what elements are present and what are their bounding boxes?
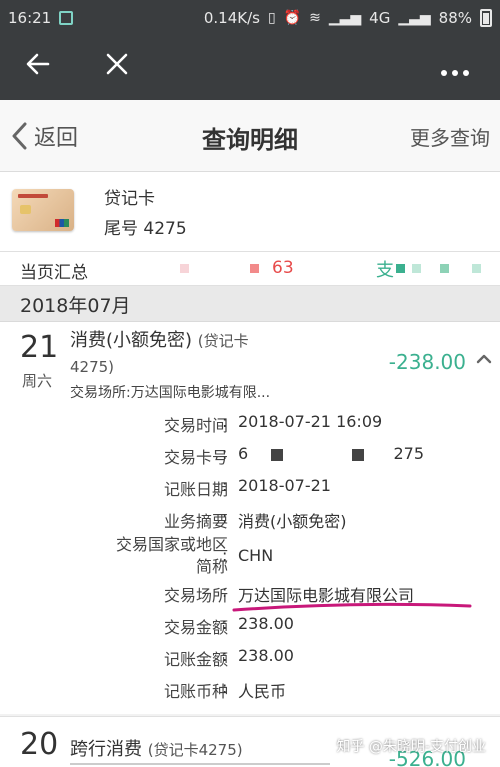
transaction-title: 消费(小额免密) (贷记卡 4275) [70,328,290,380]
nav-bar: 返回 查询明细 更多查询 [0,100,500,172]
battery-percent: 88% [438,9,472,27]
detail-key: 业务摘要 [163,512,228,531]
detail-colon: : [222,508,228,527]
detail-value: 6 275 [238,444,424,463]
detail-key: 记账币种 [163,682,228,701]
card-number: 尾号 4275 [104,219,187,239]
more-dots-icon[interactable] [440,54,470,84]
signal-icon: ▁▃▅ [328,10,362,26]
detail-value: 238.00 [238,646,294,665]
redaction-mark [250,264,259,273]
transaction-day: 20 [20,727,59,762]
signal2-icon: ▁▃▅ [398,10,431,26]
detail-colon: : [222,476,228,495]
card-info: 贷记卡 尾号 4275 [0,172,500,252]
bank-card-icon [12,189,74,231]
status-bar: 16:21 0.14K/s ▯ ⏰ ≋ ▁▃▅ 4G ▁▃▅ 88% [0,0,500,36]
watermark: 知乎 @朱晓明-支付创业 [336,739,486,755]
detail-value: CHN [238,546,274,565]
card-number-suffix: 275 [393,444,425,463]
highlight-underline [232,602,472,612]
detail-colon: : [222,444,228,463]
redaction-mark [352,448,365,461]
summary-amount: 63 [272,258,294,278]
month-header: 2018年07月 [0,286,500,322]
transaction-day: 21 [20,330,59,365]
transaction-weekday: 周六 [22,372,53,390]
transaction-item[interactable]: 21 周六 消费(小额免密) (贷记卡 4275) 交易场所:万达国际电影城有限… [0,322,500,714]
transaction-type: 跨行消费 [70,739,142,760]
transaction-amount: -238.00 [388,350,466,374]
vibrate-icon: ▯ [267,10,276,26]
detail-key: 交易场所 [163,586,228,605]
detail-key: 记账金额 [163,650,228,669]
battery-icon [480,9,492,27]
detail-key: 记账日期 [163,480,228,499]
detail-key: 交易时间 [163,416,228,435]
page-summary: 当页汇总 63 支 [0,252,500,286]
detail-value: 238.00 [238,614,294,633]
network-speed: 0.14K/s [203,9,260,27]
app-notification-icon [59,11,74,25]
wifi-icon: ≋ [309,10,321,26]
detail-value: 人民币 [238,682,287,701]
detail-colon: : [222,582,228,601]
redaction-mark [412,264,421,273]
summary-label: 当页汇总 [20,263,88,283]
chevron-up-icon[interactable] [476,352,492,368]
more-query-button[interactable]: 更多查询 [410,122,490,151]
redaction-mark [396,264,405,273]
detail-value: 消费(小额免密) [238,512,347,531]
transaction-place: 交易场所:万达国际电影城有限... [70,385,271,401]
close-icon[interactable] [104,50,130,85]
alarm-icon: ⏰ [283,10,302,26]
detail-key: 交易国家或地区 简称 [115,535,228,576]
transaction-title: 跨行消费 (贷记卡4275) [70,735,243,761]
network-type: 4G [369,9,391,27]
detail-value: 2018-07-21 16:09 [238,412,383,431]
card-number-prefix: 6 [238,444,249,463]
transaction-card-tag: (贷记卡4275) [147,741,243,759]
detail-key: 交易卡号 [163,448,228,467]
detail-colon: : [222,412,228,431]
detail-colon: : [222,646,228,665]
month-label: 2018年07月 [20,295,131,317]
detail-value: 2018-07-21 [238,476,331,495]
redaction-mark [440,264,449,273]
transaction-type: 消费(小额免密) [70,330,193,351]
app-bar [0,36,500,100]
detail-colon: : [222,546,228,565]
redaction-mark [472,264,481,273]
arrow-left-icon[interactable] [24,50,52,86]
status-right: 0.14K/s ▯ ⏰ ≋ ▁▃▅ 4G ▁▃▅ 88% [204,9,492,27]
detail-key: 交易金额 [163,618,228,637]
summary-amount-2: 支 [376,260,394,281]
redaction-mark [271,448,284,461]
transaction-place-cutoff [70,763,330,765]
detail-colon: : [222,678,228,697]
card-name: 贷记卡 [104,189,155,209]
status-time: 16:21 [8,9,52,27]
detail-colon: : [222,614,228,633]
redaction-mark [180,264,189,273]
